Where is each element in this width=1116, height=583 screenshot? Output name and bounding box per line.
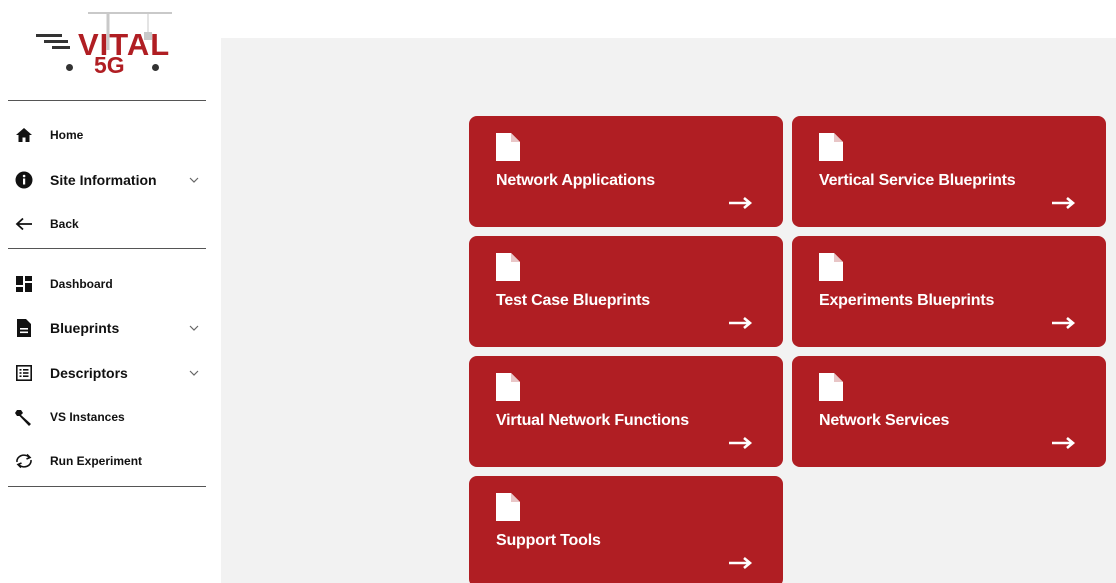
document-icon (496, 253, 520, 281)
card-title: Network Applications (496, 172, 655, 189)
sidebar-item-blueprints[interactable]: Blueprints (8, 310, 208, 346)
document-icon (8, 318, 40, 338)
sidebar-item-label: Back (50, 217, 79, 231)
arrow-right-icon (729, 557, 753, 569)
card-network-services[interactable]: Network Services (792, 356, 1106, 467)
card-title: Support Tools (496, 532, 601, 549)
document-icon (496, 493, 520, 521)
sidebar-item-label: Blueprints (50, 320, 120, 336)
card-test-case-blueprints[interactable]: Test Case Blueprints (469, 236, 783, 347)
document-icon (819, 253, 843, 281)
chevron-down-icon[interactable] (188, 174, 200, 186)
sidebar-item-run-experiment[interactable]: Run Experiment (8, 443, 208, 479)
logo-wheel-left (66, 64, 73, 71)
arrow-right-icon (1052, 317, 1076, 329)
speed-lines-graphic (36, 34, 70, 49)
arrow-right-icon (729, 437, 753, 449)
card-virtual-network-functions[interactable]: Virtual Network Functions (469, 356, 783, 467)
sidebar-item-label: Run Experiment (50, 454, 143, 468)
logo-sub: 5G (94, 52, 125, 78)
wrench-icon (8, 407, 40, 427)
card-experiments-blueprints[interactable]: Experiments Blueprints (792, 236, 1106, 347)
document-icon (496, 133, 520, 161)
card-vertical-service-blueprints[interactable]: Vertical Service Blueprints (792, 116, 1106, 227)
sidebar-item-vs-instances[interactable]: VS Instances (8, 399, 208, 435)
vital5g-logo[interactable]: VITAL 5G (30, 10, 180, 80)
document-icon (819, 133, 843, 161)
sidebar-item-site-information[interactable]: Site Information (8, 162, 208, 198)
chevron-down-icon[interactable] (188, 367, 200, 379)
document-icon (496, 373, 520, 401)
chevron-down-icon[interactable] (188, 322, 200, 334)
card-network-applications[interactable]: Network Applications (469, 116, 783, 227)
sidebar-item-label: Home (50, 128, 84, 142)
sidebar-item-label: Dashboard (50, 277, 113, 291)
arrow-left-icon (8, 214, 40, 234)
card-title: Experiments Blueprints (819, 292, 995, 309)
arrow-right-icon (729, 317, 753, 329)
sidebar-divider (8, 248, 206, 249)
sidebar: VITAL 5G Home Site Information Back Dash… (0, 0, 221, 583)
sidebar-divider (8, 100, 206, 101)
sync-icon (8, 451, 40, 471)
sidebar-item-label: Site Information (50, 172, 157, 188)
sidebar-item-descriptors[interactable]: Descriptors (8, 355, 208, 391)
app-root: VITAL 5G Home Site Information Back Dash… (0, 0, 1116, 583)
document-icon (819, 373, 843, 401)
dashboard-icon (8, 274, 40, 294)
home-icon (8, 125, 40, 145)
arrow-right-icon (729, 197, 753, 209)
arrow-right-icon (1052, 437, 1076, 449)
card-title: Test Case Blueprints (496, 292, 650, 309)
info-icon (8, 170, 40, 190)
sidebar-item-label: Descriptors (50, 365, 128, 381)
card-support-tools[interactable]: Support Tools (469, 476, 783, 583)
sidebar-item-home[interactable]: Home (8, 117, 208, 153)
card-title: Network Services (819, 412, 950, 429)
main-content: Network Applications Vertical Service Bl… (221, 38, 1116, 583)
sidebar-item-back[interactable]: Back (8, 206, 208, 242)
sidebar-item-dashboard[interactable]: Dashboard (8, 266, 208, 302)
sidebar-divider (8, 486, 206, 487)
sidebar-item-label: VS Instances (50, 410, 125, 424)
logo-wheel-right (152, 64, 159, 71)
arrow-right-icon (1052, 197, 1076, 209)
list-icon (8, 363, 40, 383)
card-title: Virtual Network Functions (496, 412, 689, 429)
card-title: Vertical Service Blueprints (819, 172, 1016, 189)
